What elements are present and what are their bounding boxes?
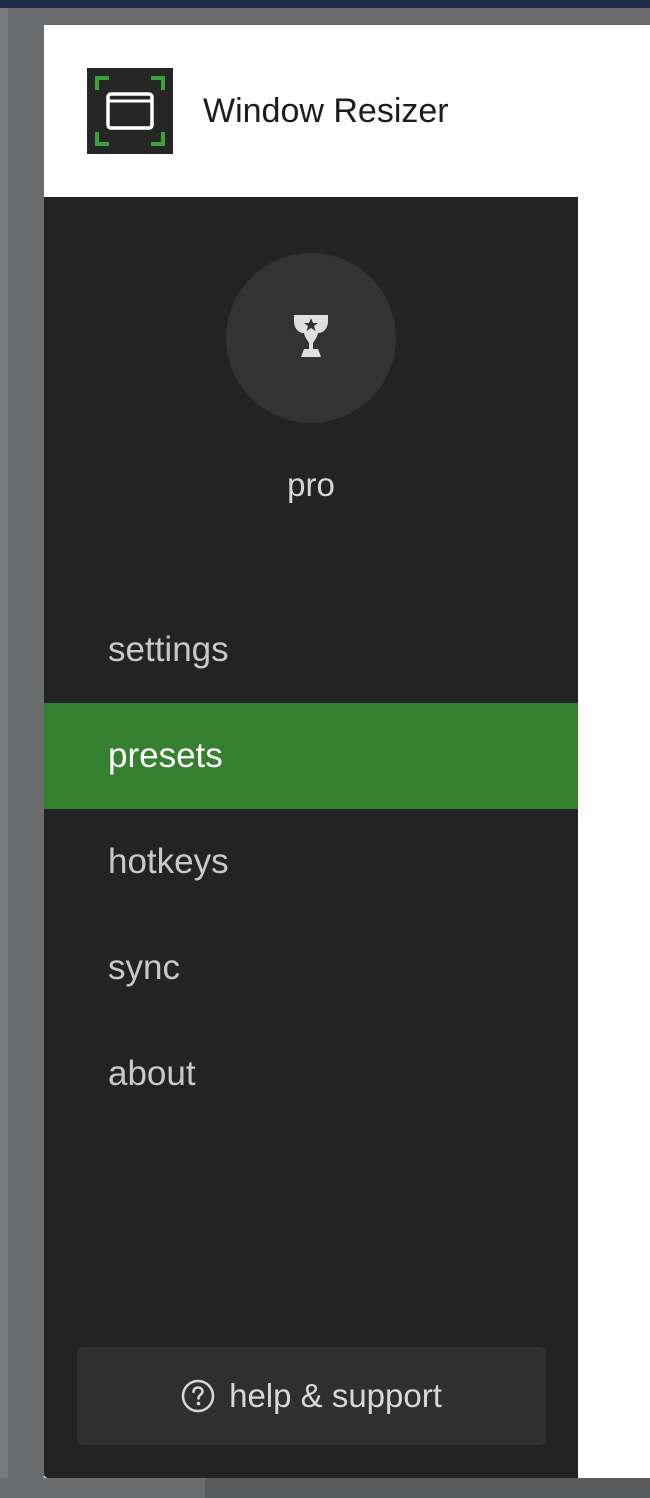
help-support-label: help & support [229,1377,442,1414]
sidebar: pro settings presets hotkeys sync about … [44,197,578,1478]
desktop-top-bar [0,0,650,8]
nav-item-about[interactable]: about [44,1021,578,1127]
content-area [578,197,650,1478]
nav-item-presets[interactable]: presets [44,703,578,809]
nav-item-hotkeys[interactable]: hotkeys [44,809,578,915]
sidebar-nav: settings presets hotkeys sync about [44,597,578,1127]
app-header: Window Resizer [44,25,650,197]
plan-label: pro [287,466,335,503]
nav-item-settings[interactable]: settings [44,597,578,703]
question-circle-icon [181,1379,215,1413]
window-resize-icon [87,68,173,154]
app-window: Window Resizer pro settings presets hotk… [44,25,650,1478]
profile-avatar[interactable] [226,253,396,423]
help-support-button[interactable]: help & support [77,1347,546,1445]
trophy-icon [294,315,328,357]
app-title: Window Resizer [203,92,449,130]
desktop-left-edge [0,8,8,1498]
nav-item-sync[interactable]: sync [44,915,578,1021]
desktop-bottom-edge [0,1478,650,1498]
